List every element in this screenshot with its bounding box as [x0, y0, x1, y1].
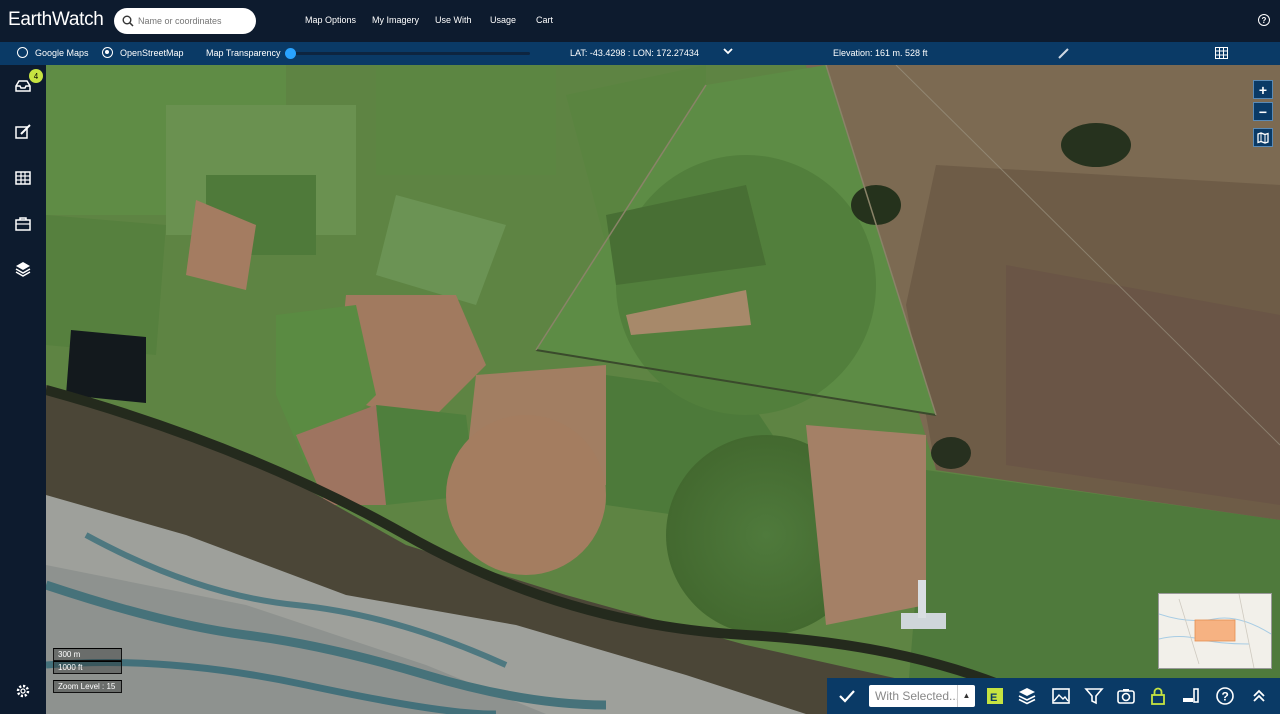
left-sidebar: 4 [0, 65, 46, 714]
nav-usage[interactable]: Usage [490, 15, 516, 25]
search-input[interactable] [138, 16, 248, 26]
zoom-in-button[interactable]: + [1253, 80, 1273, 99]
search-box[interactable] [114, 8, 256, 34]
layers-toolbar-icon[interactable] [1017, 686, 1037, 706]
google-maps-radio[interactable] [17, 47, 28, 58]
map-imagery [46, 65, 1280, 714]
svg-text:?: ? [1222, 690, 1229, 704]
selection-toolbar: With Selected... ▲ E ? [827, 678, 1280, 714]
scale-meters: 300 m [53, 648, 122, 661]
export-icon[interactable]: E [985, 686, 1005, 706]
satellite-map[interactable] [46, 65, 1280, 714]
transparency-slider-handle[interactable] [285, 48, 296, 59]
with-selected-label: With Selected... [875, 689, 960, 703]
elevation-readout: Elevation: 161 m. 528 ft [833, 48, 928, 58]
lock-icon[interactable] [1148, 686, 1168, 706]
minimap-viewport[interactable] [1194, 619, 1236, 642]
overview-minimap[interactable] [1158, 593, 1272, 669]
svg-text:E: E [990, 692, 997, 704]
app-logo[interactable]: EarthWatch [8, 9, 104, 31]
inbox-badge: 4 [29, 69, 43, 83]
grid-view-icon[interactable] [1215, 47, 1228, 59]
ruler-icon[interactable] [1057, 47, 1070, 60]
with-selected-dropdown[interactable]: With Selected... ▲ [869, 685, 975, 707]
edit-icon[interactable] [14, 123, 32, 141]
openstreetmap-label: OpenStreetMap [120, 48, 184, 58]
filter-icon[interactable] [1084, 686, 1104, 706]
map-transparency-label: Map Transparency [206, 48, 281, 58]
minimap-map [1158, 593, 1272, 669]
dropdown-caret-icon[interactable]: ▲ [957, 685, 975, 707]
nav-map-options[interactable]: Map Options [305, 15, 356, 25]
map-options-bar: Google Maps OpenStreetMap Map Transparen… [0, 42, 1280, 65]
nav-use-with[interactable]: Use With [435, 15, 472, 25]
scale-feet: 1000 ft [53, 661, 122, 674]
briefcase-icon[interactable] [14, 215, 32, 233]
help-icon[interactable]: ? [1258, 14, 1270, 26]
brightness-icon[interactable] [1181, 686, 1201, 706]
grid-icon[interactable] [14, 169, 32, 187]
top-nav-bar: EarthWatch Map Options My Imagery Use Wi… [0, 0, 1280, 42]
zoom-level-readout: Zoom Level : 15 [53, 680, 122, 693]
camera-icon[interactable] [1116, 686, 1136, 706]
nav-cart[interactable]: Cart [536, 15, 553, 25]
chevron-down-icon[interactable] [723, 48, 733, 56]
settings-icon[interactable] [14, 682, 32, 700]
zoom-out-button[interactable]: − [1253, 102, 1273, 121]
map-icon [1257, 131, 1269, 144]
help-circle-icon[interactable]: ? [1215, 686, 1235, 706]
check-icon[interactable] [837, 686, 857, 706]
layers-icon[interactable] [14, 260, 32, 278]
transparency-slider[interactable] [290, 52, 530, 55]
coordinates-readout: LAT: -43.4298 : LON: 172.27434 [570, 48, 699, 58]
google-maps-label: Google Maps [35, 48, 89, 58]
search-icon [122, 15, 134, 27]
map-legend-button[interactable] [1253, 128, 1273, 147]
collapse-up-icon[interactable] [1249, 686, 1269, 706]
image-icon[interactable] [1051, 686, 1071, 706]
openstreetmap-radio[interactable] [102, 47, 113, 58]
nav-my-imagery[interactable]: My Imagery [372, 15, 419, 25]
